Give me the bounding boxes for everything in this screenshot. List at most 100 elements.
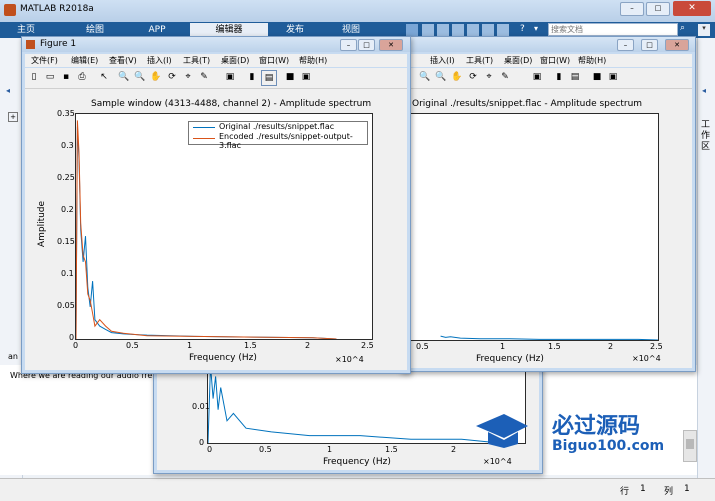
menu-edit[interactable]: 编辑(E) [71, 55, 98, 66]
scrollbar-thumb[interactable] [686, 439, 694, 449]
ribbon-menu-icon[interactable]: ▾ [698, 24, 710, 36]
watermark-url: Biguo100.com [552, 438, 665, 454]
figure-icon [26, 40, 35, 49]
figure1-axes: Original ./results/snippet.flac Encoded … [75, 113, 373, 340]
menu-help[interactable]: 帮助(H) [578, 55, 606, 66]
x-tick-label: 2.5 [650, 342, 663, 351]
zoom-out-icon[interactable]: 🔍 [133, 70, 147, 84]
legend-icon[interactable]: ▤ [261, 70, 277, 86]
figure2-toolbar: 🔍 🔍 ✋ ⟳ ⌖ ✎ ▣ ▮ ▤ ■ ▣ [404, 68, 692, 89]
undo-icon[interactable] [467, 24, 479, 36]
legend-box[interactable]: Original ./results/snippet.flac Encoded … [188, 121, 368, 150]
link-plot-icon[interactable]: ▣ [530, 70, 544, 84]
save-figure-icon[interactable]: ▪ [59, 70, 73, 84]
x-tick-label: 2.5 [361, 341, 374, 350]
colorbar-icon[interactable]: ▮ [552, 70, 566, 84]
menu-tools[interactable]: 工具(T) [466, 55, 493, 66]
left-collapse-icon[interactable]: ◂ [6, 86, 10, 95]
close-button[interactable]: ✕ [673, 1, 711, 16]
x-tick-label: 0.5 [259, 445, 272, 454]
zoom-in-icon[interactable]: 🔍 [117, 70, 131, 84]
status-bar: 行 1 列 1 [0, 478, 715, 501]
redo-icon[interactable] [482, 24, 494, 36]
vertical-scrollbar[interactable] [683, 430, 697, 462]
brush-icon[interactable]: ✎ [197, 70, 211, 84]
x-axis-label: Frequency (Hz) [189, 353, 257, 363]
right-collapse-icon[interactable]: ◂ [702, 86, 706, 95]
help-icon[interactable]: ? [520, 24, 532, 36]
y-tick-label: 0.01 [192, 402, 210, 411]
menu-window[interactable]: 窗口(W) [540, 55, 570, 66]
zoom-in-icon[interactable]: 🔍 [418, 70, 432, 84]
menu-view[interactable]: 查看(V) [109, 55, 137, 66]
maximize-button[interactable]: □ [646, 2, 670, 16]
show-plot-tools-icon[interactable]: ▣ [606, 70, 620, 84]
pan-icon[interactable]: ✋ [450, 70, 464, 84]
menu-insert[interactable]: 插入(I) [430, 55, 455, 66]
rotate-icon[interactable]: ⟳ [165, 70, 179, 84]
brush-icon[interactable]: ✎ [498, 70, 512, 84]
search-icon[interactable]: ⌕ [680, 23, 694, 37]
hide-plot-tools-icon[interactable]: ■ [590, 70, 604, 84]
x-tick-label: 0.5 [126, 341, 139, 350]
menu-tools[interactable]: 工具(T) [183, 55, 210, 66]
figure1-toolbar: ▯ ▭ ▪ ⎙ ↖ 🔍 🔍 ✋ ⟳ ⌖ ✎ ▣ ▮ ▤ ■ ▣ [25, 68, 407, 89]
menu-window[interactable]: 窗口(W) [259, 55, 289, 66]
y-tick-label: 0 [199, 438, 205, 447]
tree-expand-icon[interactable]: + [8, 112, 18, 122]
edit-plot-icon[interactable]: ↖ [97, 70, 111, 84]
legend-icon[interactable]: ▤ [568, 70, 582, 84]
y-tick-label: 0.3 [61, 141, 74, 150]
cut-icon[interactable] [422, 24, 434, 36]
hide-plot-tools-icon[interactable]: ■ [283, 70, 297, 84]
menu-file[interactable]: 文件(F) [31, 55, 58, 66]
menu-desktop[interactable]: 桌面(D) [221, 55, 249, 66]
menu-desktop[interactable]: 桌面(D) [504, 55, 532, 66]
data-cursor-icon[interactable]: ⌖ [181, 70, 195, 84]
colorbar-icon[interactable]: ▮ [245, 70, 259, 84]
x-tick-label: 1 [327, 445, 333, 454]
legend-label-original: Original ./results/snippet.flac [219, 122, 335, 131]
link-plot-icon[interactable]: ▣ [223, 70, 237, 84]
status-col-value: 1 [684, 484, 690, 494]
open-file-icon[interactable]: ▭ [43, 70, 57, 84]
figure1-close-button[interactable]: ✕ [379, 39, 403, 51]
save-icon[interactable] [406, 24, 418, 36]
y-tick-label: 0.35 [57, 109, 75, 118]
y-tick-label: 0.05 [57, 301, 75, 310]
copy-icon[interactable] [437, 24, 449, 36]
rotate-icon[interactable]: ⟳ [466, 70, 480, 84]
status-line-value: 1 [640, 484, 646, 494]
figure1-maximize-button[interactable]: □ [358, 39, 375, 51]
status-col-label: 列 [664, 487, 674, 497]
x-tick-label: 1 [500, 342, 506, 351]
figure2-minimize-button[interactable]: – [617, 39, 634, 51]
x-multiplier-label: ×10^4 [335, 355, 364, 364]
show-plot-tools-icon[interactable]: ▣ [299, 70, 313, 84]
x-tick-label: 1 [187, 341, 193, 350]
new-figure-icon[interactable]: ▯ [27, 70, 41, 84]
x-tick-label: 2 [305, 341, 311, 350]
x-tick-label: 0 [207, 445, 213, 454]
main-titlebar: MATLAB R2018a – □ ✕ [0, 0, 715, 22]
watermark-logo [474, 410, 530, 450]
status-line-label: 行 [620, 487, 630, 497]
switch-windows-icon[interactable] [497, 24, 509, 36]
figure2-close-button[interactable]: ✕ [665, 39, 689, 51]
command-prefix: an [8, 352, 18, 361]
zoom-out-icon[interactable]: 🔍 [434, 70, 448, 84]
figure2-maximize-button[interactable]: □ [641, 39, 658, 51]
search-input[interactable] [548, 23, 678, 36]
pan-icon[interactable]: ✋ [149, 70, 163, 84]
workspace-side-label[interactable]: 工作区 [701, 120, 711, 153]
figure1-minimize-button[interactable]: – [340, 39, 357, 51]
figure1-canvas: Sample window (4313-4488, channel 2) - A… [25, 89, 407, 370]
print-icon[interactable]: ⎙ [75, 70, 89, 84]
menu-insert[interactable]: 插入(I) [147, 55, 172, 66]
minimize-button[interactable]: – [620, 2, 644, 16]
data-cursor-icon[interactable]: ⌖ [482, 70, 496, 84]
menu-help[interactable]: 帮助(H) [299, 55, 327, 66]
help-dropdown-icon[interactable]: ▾ [534, 24, 544, 36]
paste-icon[interactable] [452, 24, 464, 36]
series-line-0 [76, 126, 337, 339]
